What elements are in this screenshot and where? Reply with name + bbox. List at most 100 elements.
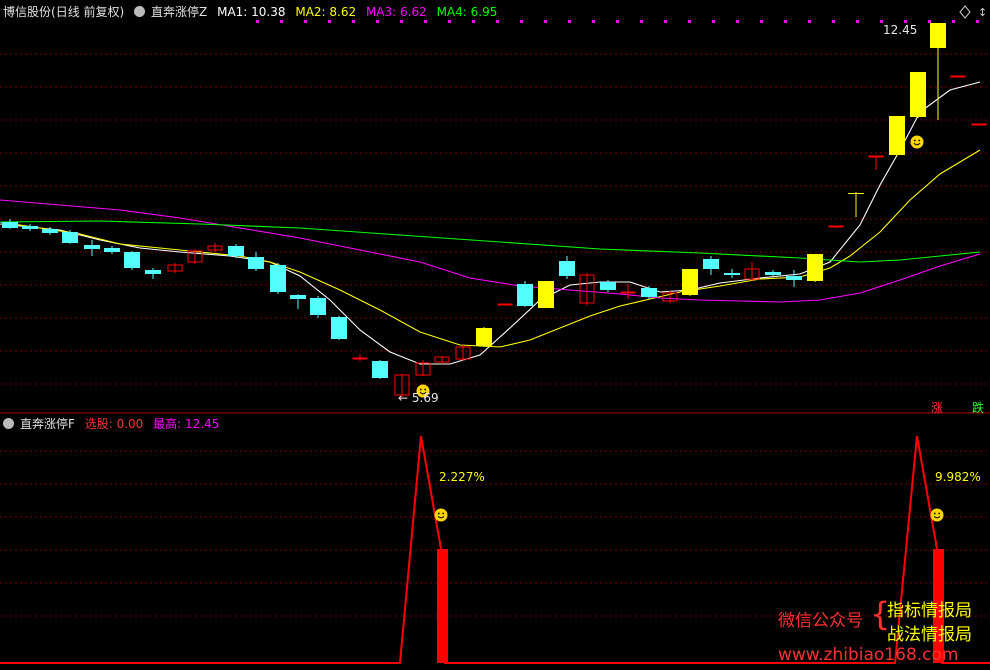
- candle-body: [497, 303, 513, 306]
- candle: [724, 269, 740, 278]
- smiley-icon: [930, 508, 944, 522]
- candle: [331, 316, 347, 340]
- marker-dot: [952, 20, 955, 23]
- watermark-wechat: 微信公众号: [778, 611, 863, 631]
- marker-dot: [400, 20, 403, 23]
- marker-dots: [256, 20, 979, 23]
- signal-bar: [437, 549, 448, 663]
- smiley-eye: [437, 512, 440, 515]
- fall-tag[interactable]: 跌: [972, 401, 984, 415]
- candle-body: [124, 252, 140, 268]
- marker-dot: [856, 20, 859, 23]
- scroll-icon[interactable]: ↕: [978, 6, 987, 19]
- candle: [579, 273, 595, 305]
- marker-dot: [568, 20, 571, 23]
- candle: [868, 155, 884, 170]
- candle-body: [559, 261, 575, 276]
- marker-dot: [736, 20, 739, 23]
- candle-body: [868, 155, 884, 158]
- candle-body: [517, 284, 533, 306]
- pct-label-1: 2.227%: [439, 470, 485, 484]
- candle: [434, 356, 450, 364]
- marker-dot: [976, 20, 979, 23]
- smiley-icon: [434, 508, 448, 522]
- candle: [848, 192, 864, 217]
- smiley-face: [910, 135, 924, 149]
- candlesticks: [2, 23, 987, 397]
- marker-dot: [664, 20, 667, 23]
- candle: [290, 294, 306, 309]
- smiley-eye: [913, 139, 916, 142]
- candle: [2, 219, 18, 229]
- candle: [476, 327, 492, 347]
- candle-body: [352, 357, 368, 360]
- candle: [620, 284, 636, 299]
- marker-dot: [808, 20, 811, 23]
- candle-body: [476, 328, 492, 346]
- candle: [104, 246, 120, 254]
- marker-dot: [424, 20, 427, 23]
- diamond-icon[interactable]: [959, 5, 971, 19]
- candle-body: [930, 23, 946, 48]
- candle: [765, 270, 781, 276]
- candle: [682, 269, 698, 296]
- marker-dot: [760, 20, 763, 23]
- candle: [167, 263, 183, 273]
- candle-body: [228, 246, 244, 256]
- marker-dot: [448, 20, 451, 23]
- watermark-url: www.zhibiao168.com: [778, 645, 959, 665]
- smiley-eye: [933, 512, 936, 515]
- smiley-markers: [416, 135, 944, 522]
- candle: [352, 354, 368, 361]
- candle-body: [2, 222, 18, 228]
- candle-body: [889, 116, 905, 155]
- candle-body: [62, 232, 78, 243]
- candle-body: [104, 248, 120, 252]
- marker-dot: [472, 20, 475, 23]
- marker-dot: [712, 20, 715, 23]
- marker-dot: [616, 20, 619, 23]
- marker-dot: [592, 20, 595, 23]
- candle-body: [42, 229, 58, 233]
- candle-body: [290, 295, 306, 299]
- rise-tag[interactable]: 涨: [931, 401, 943, 415]
- kline-chart[interactable]: ↕: [0, 0, 990, 670]
- candle-body: [786, 276, 802, 280]
- candle: [207, 243, 223, 252]
- grid-lines: [0, 53, 990, 617]
- candle-body: [828, 225, 844, 228]
- smiley-eye: [442, 512, 445, 515]
- marker-dot: [688, 20, 691, 23]
- candle-body: [703, 259, 719, 269]
- candle-body: [270, 265, 286, 292]
- candle-body: [971, 123, 987, 126]
- candle-body: [620, 291, 636, 294]
- candle: [807, 254, 823, 282]
- smiley-icon: [910, 135, 924, 149]
- candle: [971, 123, 987, 126]
- marker-dot: [280, 20, 283, 23]
- low-price-label: ← 5.69: [398, 391, 439, 405]
- candle-body: [600, 282, 616, 290]
- candle: [124, 251, 140, 270]
- watermark-line2: 战法情报局: [887, 625, 972, 645]
- candle-body: [22, 226, 38, 229]
- candle: [786, 270, 802, 287]
- candle: [187, 249, 203, 264]
- candle: [415, 360, 431, 376]
- candle-body: [372, 361, 388, 378]
- candle-body: [641, 288, 657, 297]
- candle: [662, 291, 678, 303]
- candle-body: [950, 75, 966, 78]
- candle: [145, 268, 161, 279]
- marker-dot: [520, 20, 523, 23]
- marker-dot: [256, 20, 259, 23]
- marker-dot: [928, 20, 931, 23]
- ma3-line: [0, 199, 981, 303]
- candle-body: [765, 272, 781, 275]
- candle: [62, 230, 78, 244]
- candle-body: [538, 281, 554, 308]
- marker-dot: [496, 20, 499, 23]
- marker-dot: [832, 20, 835, 23]
- candle: [559, 256, 575, 279]
